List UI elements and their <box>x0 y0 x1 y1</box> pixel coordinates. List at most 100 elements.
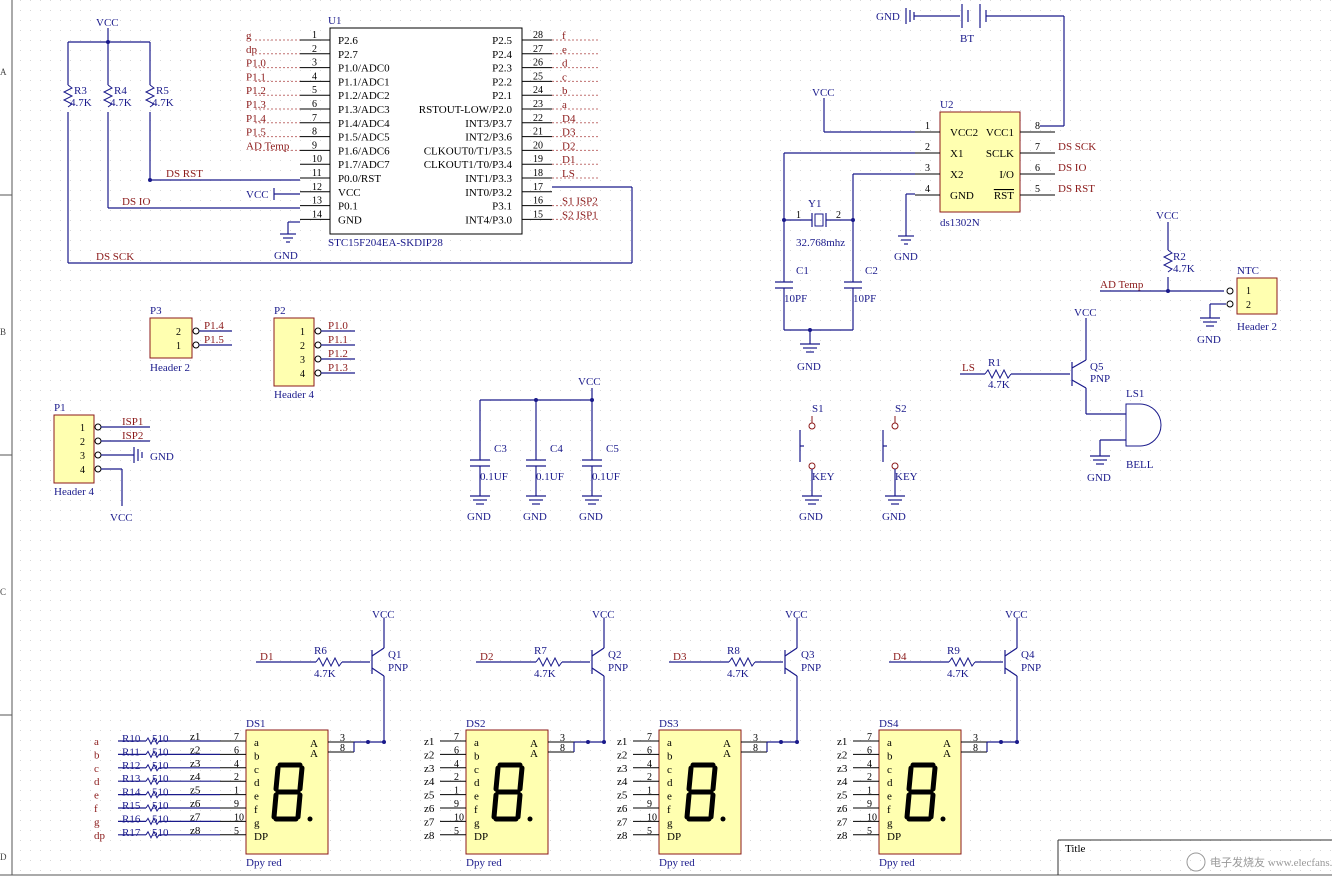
digit-seg-pin: 1 <box>234 786 239 797</box>
ls1-ref: LS1 <box>1126 388 1144 400</box>
u1-pin-name: P2.6 <box>338 35 358 47</box>
p2-net-p10: P1.0 <box>328 320 348 332</box>
r4-value: 4.7K <box>110 97 132 109</box>
u1-part: STC15F204EA-SKDIP28 <box>328 237 443 249</box>
digit-vcc: VCC <box>1005 609 1028 621</box>
digit-seg-pin: 10 <box>647 812 657 823</box>
digit-seg-name: a <box>887 737 892 749</box>
p2-pin-1: 1 <box>300 327 305 338</box>
u1-pin-num: 16 <box>533 196 543 207</box>
seg-res-z: z8 <box>190 825 201 837</box>
u1-pin-name: P2.4 <box>492 49 512 61</box>
ntc-pin2: 2 <box>1246 300 1251 311</box>
ntc-part: Header 2 <box>1237 321 1277 333</box>
u1-right-net: e <box>562 44 567 56</box>
digit-z-net: z1 <box>837 736 847 748</box>
decap-gnd-label: GND <box>579 511 603 523</box>
u2-ds-rst: DS RST <box>1058 183 1095 195</box>
bell-gnd-label: GND <box>1087 472 1111 484</box>
seg-res-ref: R16 <box>122 813 141 825</box>
ntc-gnd-label: GND <box>1197 334 1221 346</box>
digit-com-pin: 8 <box>973 743 978 754</box>
u1-pin-name: CLKOUT1/T0/P3.4 <box>424 159 513 171</box>
digit-seg-name: f <box>887 804 891 816</box>
c1-ref: C1 <box>796 265 809 277</box>
u1-pin-num: 12 <box>312 182 322 193</box>
u1-pin-num: 5 <box>312 85 317 96</box>
u1-pin-name: P1.3/ADC3 <box>338 104 390 116</box>
digit-r-ref: R8 <box>727 645 740 657</box>
digit-z-net: z2 <box>424 749 434 761</box>
u1-right-net: S1 ISP2 <box>562 196 598 208</box>
u1-right-net: b <box>562 85 568 97</box>
u1-pin-num: 15 <box>533 209 543 220</box>
seg-res-ref: R11 <box>122 746 140 758</box>
digit-ds-ref: DS1 <box>246 718 266 730</box>
pullup-vcc: VCC <box>96 17 119 29</box>
u2-gnd-label: GND <box>894 251 918 263</box>
digit-seg-pin: 10 <box>867 812 877 823</box>
digit-part: Dpy red <box>879 857 915 869</box>
digit-z-net: z6 <box>617 803 628 815</box>
bt-ref: BT <box>960 33 974 45</box>
seg-res-value: 510 <box>152 773 169 785</box>
u1-pin-name: P2.2 <box>492 76 512 88</box>
digit-com-pin: 8 <box>560 743 565 754</box>
u1-pin-name: P3.1 <box>492 201 512 213</box>
digit-seg-pin: 1 <box>867 786 872 797</box>
p1-ref: P1 <box>54 402 66 414</box>
digit-net: D1 <box>260 651 273 663</box>
digit-z-net: z5 <box>837 790 848 802</box>
decap-gnd-label: GND <box>523 511 547 523</box>
u1-pin-name: P2.7 <box>338 49 358 61</box>
digit-seg-name: DP <box>474 831 488 843</box>
digit-seg-pin: 6 <box>647 745 652 756</box>
p2-pin-4: 4 <box>300 369 305 380</box>
digit-z-net: z4 <box>837 776 848 788</box>
seg-res-value: 510 <box>152 746 169 758</box>
border-letter-d: D <box>0 852 7 862</box>
p3-pin-2: 2 <box>176 327 181 338</box>
digit-seg-name: e <box>887 791 892 803</box>
u1-pin-name: INT2/P3.6 <box>465 132 512 144</box>
p3-ref: P3 <box>150 305 162 317</box>
seg-res-net: dp <box>94 830 106 842</box>
seg-res-net: c <box>94 763 99 775</box>
u1-pin-num: 1 <box>312 30 317 41</box>
u1-pin-name: P2.1 <box>492 90 512 102</box>
u1-pin-num: 13 <box>312 196 322 207</box>
digit-net: D4 <box>893 651 907 663</box>
u1-pin-num: 10 <box>312 154 322 165</box>
seg-res-z: z6 <box>190 798 201 810</box>
c1-value: 10PF <box>784 293 807 305</box>
digit-seg-name: a <box>667 737 672 749</box>
digit-seg-name: f <box>254 804 258 816</box>
r5-value: 4.7K <box>152 97 174 109</box>
digit-z-net: z8 <box>424 830 435 842</box>
digit-z-net: z6 <box>424 803 435 815</box>
digit-seg-name: g <box>474 817 480 829</box>
watermark-text: 电子发烧友 www.elecfans.com <box>1210 855 1332 869</box>
digit-seg-pin: 7 <box>867 732 872 743</box>
digit-seg-name: e <box>474 791 479 803</box>
digit-seg-pin: 9 <box>234 799 239 810</box>
digit-q-type: PNP <box>1021 662 1041 674</box>
digit-com-name: A <box>943 748 951 760</box>
seg-res-z: z1 <box>190 731 200 743</box>
u1-pin-num: 25 <box>533 71 543 82</box>
u2-pin-num: 4 <box>925 184 930 195</box>
u1-pin-num: 11 <box>312 168 322 179</box>
digit-seg-name: f <box>667 804 671 816</box>
p2-net-p12: P1.2 <box>328 348 348 360</box>
digit-seg-name: e <box>254 791 259 803</box>
u1-pin-num: 27 <box>533 44 543 55</box>
seg-res-value: 510 <box>152 760 169 772</box>
u2-pin-num: 7 <box>1035 142 1040 153</box>
u1-pin-name: P2.5 <box>492 35 512 47</box>
u1-pin-num: 17 <box>533 182 543 193</box>
digit-seg-pin: 4 <box>867 759 872 770</box>
digit-seg-name: d <box>474 777 480 789</box>
u2-pin-num: 8 <box>1035 121 1040 132</box>
u2-part: ds1302N <box>940 217 980 229</box>
digit-q-ref: Q4 <box>1021 649 1035 661</box>
